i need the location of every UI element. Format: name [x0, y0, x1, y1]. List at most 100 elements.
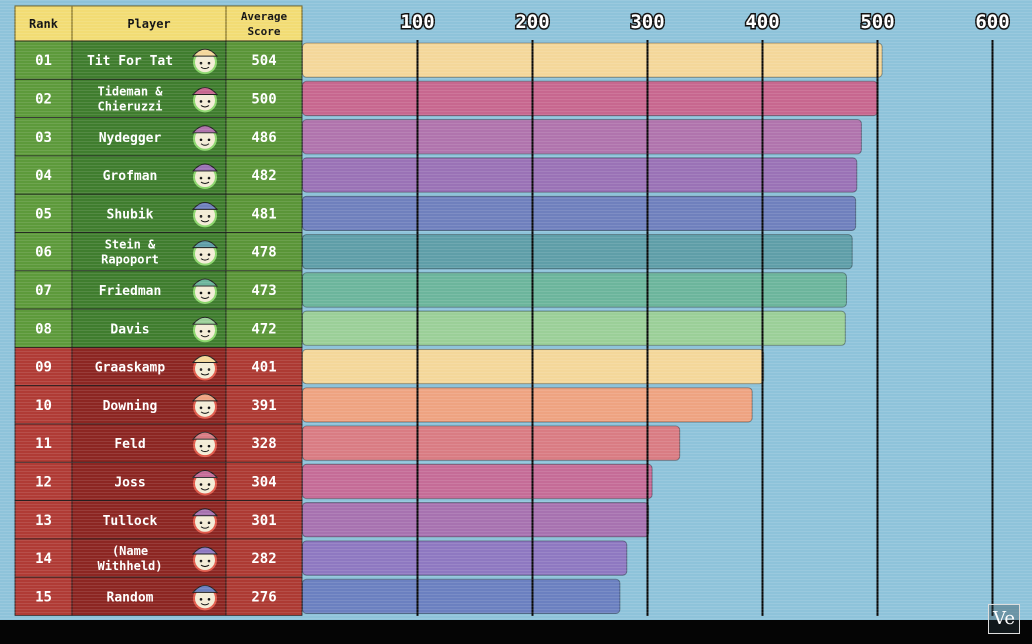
bar [302, 42, 883, 78]
table-row: 10 Downing 391 [14, 385, 303, 425]
player-name: Random [107, 590, 154, 605]
score-label: 486 [251, 130, 276, 146]
bar [302, 80, 878, 117]
table-row: 05 Shubik 481 [14, 193, 303, 233]
x-tick-label: 200 [515, 11, 549, 33]
bar [302, 119, 862, 155]
score-label: 472 [251, 321, 276, 337]
bar [302, 463, 653, 500]
player-name-line1: Tideman & [97, 84, 163, 98]
table-row: 07 Friedman 473 [14, 270, 303, 310]
score-label: 282 [251, 551, 276, 567]
score-label: 504 [251, 53, 276, 69]
x-tick-label: 500 [860, 11, 894, 33]
score-label: 401 [251, 360, 276, 376]
score-label: 481 [251, 206, 276, 222]
table-row: 09 Graaskamp 401 [14, 346, 303, 387]
player-name-line1: Stein & [105, 238, 156, 252]
beard-icon [191, 125, 219, 151]
bar [302, 540, 628, 576]
player-name: Tullock [103, 514, 158, 529]
player-name: Friedman [99, 284, 162, 299]
bar [302, 195, 857, 231]
player-name-line1: (Name [112, 544, 148, 558]
player-name: Tit For Tat [87, 54, 173, 69]
bottom-bar [0, 620, 1032, 644]
rank-label: 09 [35, 360, 52, 376]
table-row: 04 Grofman 482 [14, 155, 303, 195]
score-label: 473 [251, 283, 276, 299]
beanie-maroon-icon [191, 163, 219, 190]
score-label: 478 [251, 245, 276, 261]
table-row: 11 Feld 328 [14, 423, 303, 463]
beanie-blue-icon [191, 48, 219, 75]
header-player: Player [127, 17, 170, 31]
rank-label: 01 [35, 53, 52, 69]
sunglasses-icon [191, 469, 219, 496]
table-row: 15 Random 276 [14, 576, 303, 616]
player-name: Davis [110, 322, 149, 337]
rank-label: 13 [35, 513, 52, 529]
rank-label: 08 [35, 321, 52, 337]
rank-label: 14 [35, 551, 52, 567]
score-label: 304 [251, 474, 276, 490]
player-name: Joss [114, 475, 145, 490]
bar [302, 272, 847, 308]
mustache-glasses-icon [191, 355, 219, 381]
x-tick-label: 100 [400, 11, 434, 33]
fedora-icon [191, 316, 219, 343]
rank-label: 06 [35, 245, 52, 261]
table-row: 08 Davis 472 [14, 308, 303, 348]
table-row: 01 Tit For Tat 504 [14, 40, 303, 80]
player-name: Grofman [103, 169, 158, 184]
hard-hat-icon [191, 86, 219, 113]
rank-label: 05 [35, 206, 52, 222]
chart-svg: Rank Player Average Score 01 Tit For Tat 504 02… [0, 0, 1032, 620]
score-label: 328 [251, 436, 276, 452]
player-name: Shubik [107, 207, 154, 222]
player-name: Feld [114, 437, 145, 452]
player-name: Downing [103, 399, 158, 414]
bar [302, 310, 846, 346]
player-name-line2: Rapoport [101, 253, 159, 267]
table-row: 03 Nydegger 486 [14, 117, 303, 157]
bar [302, 425, 681, 461]
score-label: 391 [251, 398, 276, 414]
rank-label: 02 [35, 91, 52, 107]
bar [302, 157, 858, 193]
table-row: 12 Joss 304 [14, 461, 303, 501]
bar [302, 234, 853, 270]
jester-hat-icon [191, 584, 219, 611]
party-hat-icon [191, 201, 219, 228]
bar [302, 578, 621, 615]
watermark-logo: Ve [988, 604, 1020, 634]
score-label: 500 [251, 91, 276, 107]
header-score-line2: Score [247, 25, 280, 38]
header-score-line1: Average [241, 10, 288, 23]
rank-label: 07 [35, 283, 52, 299]
player-name: Graaskamp [95, 361, 166, 376]
table-row: 06 Stein &Rapoport 478 [14, 232, 303, 272]
player-name: Nydegger [99, 131, 162, 146]
x-tick-label: 600 [975, 11, 1009, 33]
player-name-line2: Withheld) [97, 559, 162, 573]
chart: Rank Player Average Score 01 Tit For Tat 504 02… [0, 0, 1032, 644]
cowboy-hat-icon [191, 278, 219, 304]
score-label: 276 [251, 589, 276, 605]
header-rank: Rank [29, 17, 59, 31]
top-hat-icon [191, 393, 219, 419]
rank-label: 03 [35, 130, 52, 146]
table-header: Rank Player Average Score [14, 5, 303, 42]
score-label: 482 [251, 168, 276, 184]
rank-label: 15 [35, 589, 52, 605]
tall-hat-icon [191, 508, 219, 534]
table-row: 13 Tullock 301 [14, 500, 303, 540]
rank-label: 12 [35, 474, 52, 490]
table-row: 14 (NameWithheld) 282 [14, 538, 303, 578]
ranking-table: Rank Player Average Score 01 Tit For Tat 504 02… [14, 5, 303, 616]
player-name-line2: Chieruzzi [97, 99, 162, 113]
table-row: 02 Tideman &Chieruzzi 500 [14, 78, 303, 119]
conical-hat-icon [191, 546, 219, 573]
x-tick-label: 300 [630, 11, 664, 33]
bar [302, 502, 650, 538]
